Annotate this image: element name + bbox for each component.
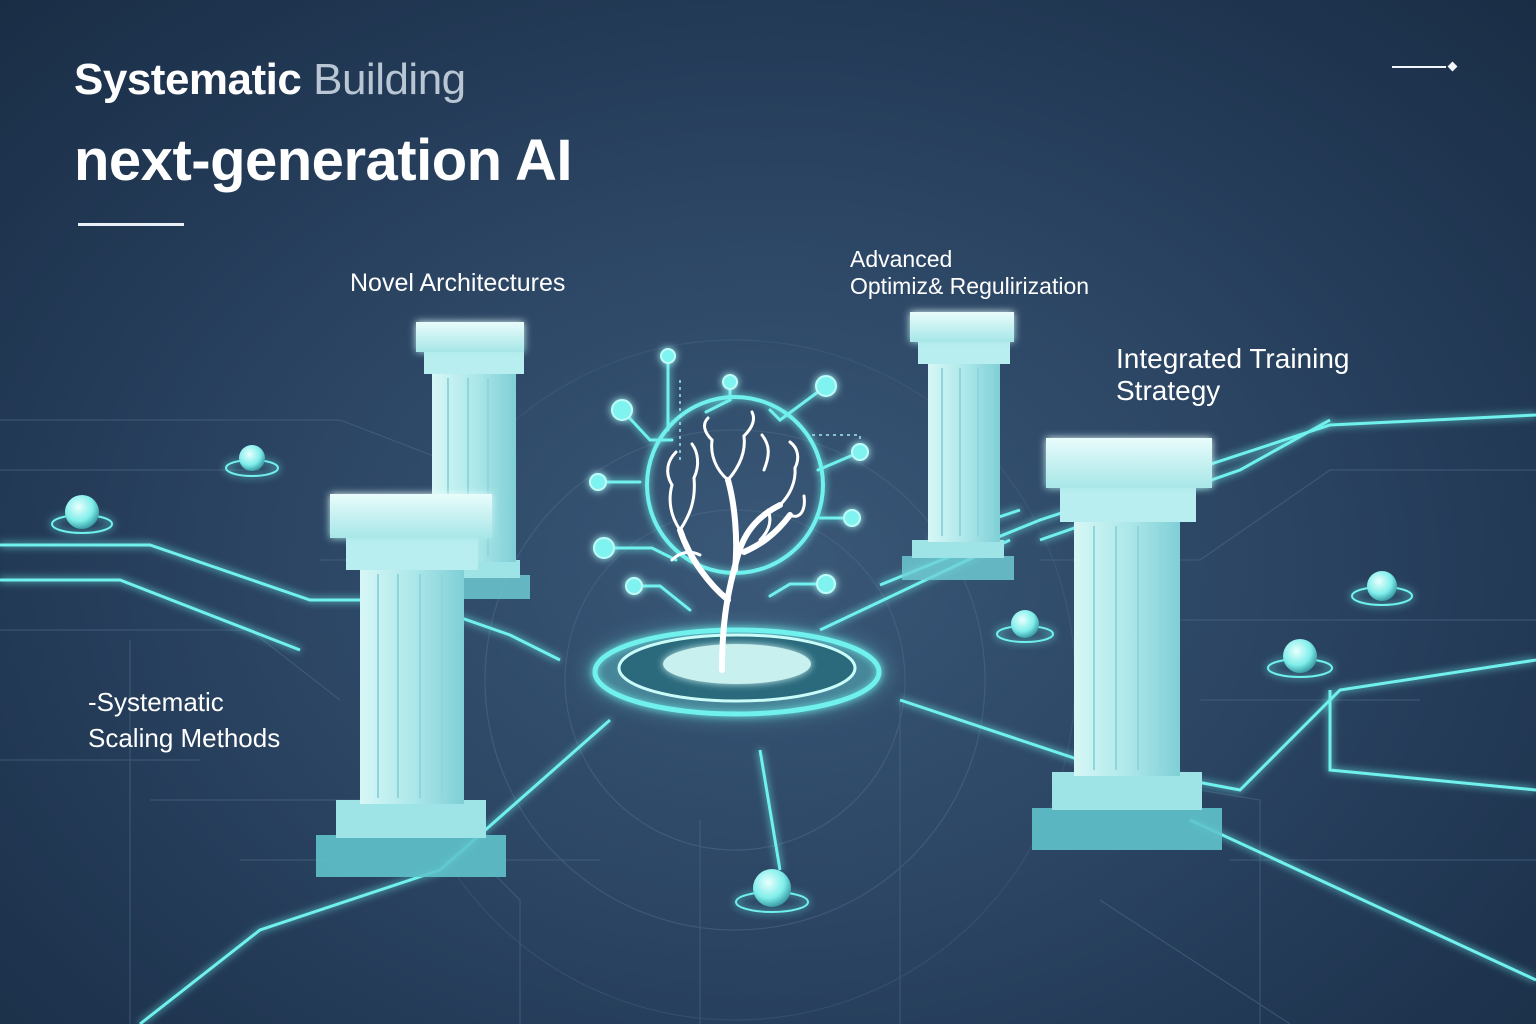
node-right-1 [1351, 571, 1413, 606]
label-optimization-line-1: Advanced [850, 246, 953, 272]
label-integrated-training: Integrated Training Strategy [1116, 343, 1350, 407]
node-bottom [735, 869, 809, 913]
label-training-line-1: Integrated Training [1116, 343, 1350, 374]
label-optimization: Advanced Optimiz& Regulirization [850, 246, 1089, 300]
title-light-word: Building [313, 55, 466, 104]
label-training-line-2: Strategy [1116, 375, 1221, 406]
node-right-2 [996, 610, 1054, 643]
title-strong-word: Systematic [74, 55, 302, 104]
page-title-line-1: Systematic Building [74, 52, 466, 108]
label-optimization-line-2: Optimiz& Regulirization [850, 273, 1090, 299]
central-platform [587, 627, 887, 717]
corner-arrow-icon [1392, 61, 1462, 72]
label-scaling-line-2: Scaling Methods [88, 723, 281, 753]
label-scaling-line-1: -Systematic [88, 687, 224, 717]
label-scaling-methods: -Systematic Scaling Methods [88, 684, 280, 756]
title-underline [78, 223, 184, 226]
pillar-scaling [316, 494, 506, 877]
pillar-optimization [902, 312, 1014, 580]
node-left-top [225, 445, 279, 477]
node-right-3 [1267, 639, 1333, 678]
brain-tree-icon [589, 348, 869, 673]
page-title-line-2: next-generation AI [74, 128, 573, 193]
pillar-training [1032, 438, 1222, 850]
label-novel-architectures: Novel Architectures [350, 269, 566, 297]
node-left-mid [51, 495, 113, 534]
